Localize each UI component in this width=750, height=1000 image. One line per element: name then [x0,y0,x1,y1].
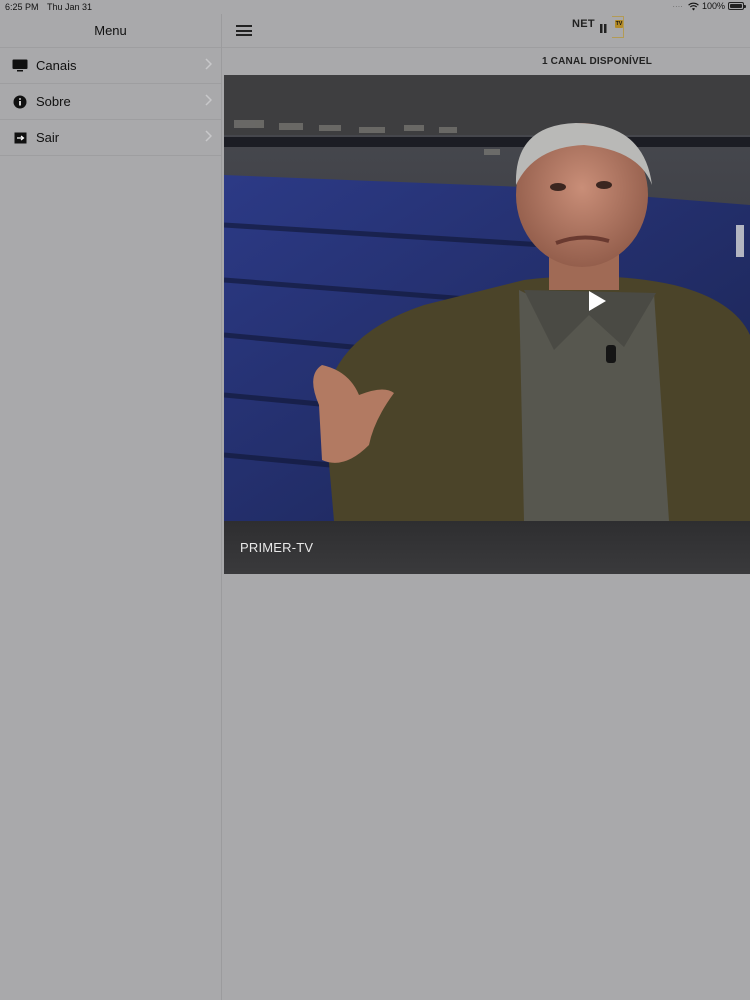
status-time: 6:25 PM [5,2,39,12]
battery-icon [728,2,746,10]
wifi-icon [688,2,699,10]
video-thumbnail [224,75,750,521]
exit-icon [11,131,29,145]
sidebar-title: Menu [0,14,221,48]
channel-count-label: 1 CANAL DISPONÍVEL [541,55,653,67]
battery-percent: 100% [701,1,725,11]
app-logo: NET TV [572,16,624,40]
sidebar-item-label: Sair [36,130,60,145]
sidebar: Menu Canais Sobre Sair [0,14,222,1000]
hamburger-menu-icon[interactable] [236,25,252,36]
status-bar: 6:25 PM Thu Jan 31 ···· 100% [0,0,750,14]
status-right: ···· 100% [672,1,746,11]
channel-name: PRIMER-TV [240,540,314,555]
logo-bars-icon [600,20,608,33]
logo-badge: TV [615,20,623,28]
channel-card[interactable]: PRIMER-TV [224,75,750,574]
signal-dots: ···· [672,1,683,11]
sidebar-item-label: Sobre [36,94,71,109]
status-date: Thu Jan 31 [47,2,93,12]
channel-caption-bar: PRIMER-TV [224,521,750,574]
info-icon [11,95,29,109]
logo-text: NET [572,18,595,30]
sidebar-item-sair[interactable]: Sair [0,120,221,156]
chevron-right-icon [205,94,212,106]
chevron-right-icon [205,130,212,142]
top-bar: NET TV [222,14,750,48]
play-icon[interactable] [586,290,608,312]
sidebar-item-sobre[interactable]: Sobre [0,84,221,120]
